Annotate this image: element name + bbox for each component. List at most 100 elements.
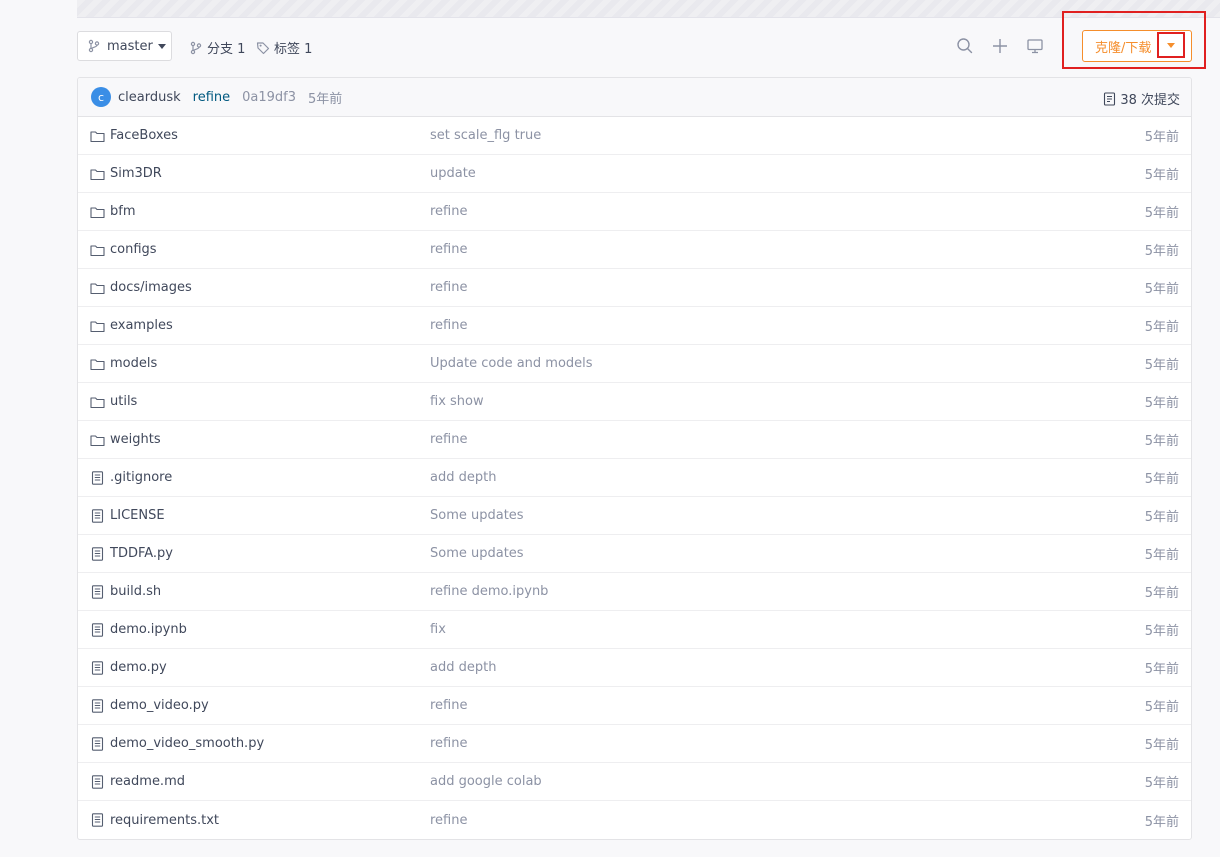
file-name[interactable]: .gitignore [110,470,172,485]
file-name[interactable]: examples [110,318,173,333]
file-name[interactable]: demo.ipynb [110,622,187,637]
commit-author[interactable]: cleardusk [118,90,181,105]
file-row[interactable]: .gitignore add depth 5年前 [78,459,1191,497]
file-icon [91,737,104,751]
file-name[interactable]: bfm [110,204,136,219]
file-commit-message[interactable]: set scale_flg true [430,128,541,143]
file-row[interactable]: readme.md add google colab 5年前 [78,763,1191,801]
file-list: c cleardusk refine 0a19df3 5年前 38 次提交 Fa… [77,77,1192,840]
tags-label: 标签 1 [274,42,313,57]
file-commit-time: 5年前 [1144,282,1179,297]
branch-icon [190,41,202,54]
file-name[interactable]: models [110,356,157,371]
latest-commit-bar: c cleardusk refine 0a19df3 5年前 38 次提交 [78,78,1191,117]
file-commit-time: 5年前 [1144,130,1179,145]
file-row[interactable]: bfm refine 5年前 [78,193,1191,231]
file-row[interactable]: Sim3DR update 5年前 [78,155,1191,193]
file-commit-time: 5年前 [1144,624,1179,639]
file-commit-message[interactable]: update [430,166,476,181]
file-row[interactable]: configs refine 5年前 [78,231,1191,269]
file-name[interactable]: utils [110,394,137,409]
file-name[interactable]: requirements.txt [110,813,219,828]
file-row[interactable]: demo.py add depth 5年前 [78,649,1191,687]
file-name[interactable]: Sim3DR [110,166,162,181]
file-commit-time: 5年前 [1144,738,1179,753]
file-row[interactable]: requirements.txt refine 5年前 [78,801,1191,839]
file-commit-message[interactable]: add google colab [430,774,542,789]
file-row[interactable]: weights refine 5年前 [78,421,1191,459]
file-name[interactable]: configs [110,242,157,257]
file-row[interactable]: build.sh refine demo.ipynb 5年前 [78,573,1191,611]
file-icon [91,699,104,713]
branches-link[interactable]: 分支 1 [189,38,245,57]
file-row[interactable]: demo_video.py refine 5年前 [78,687,1191,725]
commit-message[interactable]: refine [193,90,230,105]
file-row[interactable]: docs/images refine 5年前 [78,269,1191,307]
file-row[interactable]: models Update code and models 5年前 [78,345,1191,383]
file-commit-time: 5年前 [1144,700,1179,715]
file-commit-message[interactable]: Some updates [430,508,524,523]
file-commit-message[interactable]: refine [430,242,467,257]
file-name[interactable]: docs/images [110,280,192,295]
file-commit-message[interactable]: refine [430,432,467,447]
file-name[interactable]: demo_video_smooth.py [110,736,264,751]
commit-time: 5年前 [308,91,343,107]
file-commit-message[interactable]: fix show [430,394,484,409]
branch-icon [88,39,100,53]
file-name[interactable]: demo_video.py [110,698,209,713]
folder-icon [90,207,105,219]
file-commit-message[interactable]: Some updates [430,546,524,561]
file-commit-message[interactable]: add depth [430,470,496,485]
commit-sha[interactable]: 0a19df3 [242,90,296,105]
branch-name: master [107,38,153,54]
file-row[interactable]: utils fix show 5年前 [78,383,1191,421]
file-commit-message[interactable]: refine [430,698,467,713]
file-row[interactable]: demo.ipynb fix 5年前 [78,611,1191,649]
file-row[interactable]: LICENSE Some updates 5年前 [78,497,1191,535]
file-commit-time: 5年前 [1144,776,1179,791]
file-row[interactable]: FaceBoxes set scale_flg true 5年前 [78,117,1191,155]
scrollbar-edge [1216,198,1220,238]
file-commit-time: 5年前 [1144,244,1179,259]
file-commit-message[interactable]: refine demo.ipynb [430,584,548,599]
file-commit-message[interactable]: add depth [430,660,496,675]
file-commit-time: 5年前 [1144,472,1179,487]
file-commit-time: 5年前 [1144,358,1179,373]
file-commit-time: 5年前 [1144,814,1179,830]
file-name[interactable]: TDDFA.py [110,546,173,561]
folder-icon [90,397,105,409]
chevron-down-icon [1167,42,1175,48]
file-name[interactable]: FaceBoxes [110,128,178,143]
file-icon [91,509,104,523]
file-commit-time: 5年前 [1144,586,1179,601]
tags-link[interactable]: 标签 1 [256,38,312,57]
branch-selector[interactable]: master [77,31,172,61]
file-name[interactable]: readme.md [110,774,185,789]
file-icon [91,775,104,789]
file-row[interactable]: TDDFA.py Some updates 5年前 [78,535,1191,573]
file-row[interactable]: demo_video_smooth.py refine 5年前 [78,725,1191,763]
search-icon[interactable] [956,37,974,55]
commits-count-link[interactable]: 38 次提交 [1103,89,1180,108]
file-icon [91,547,104,561]
file-name[interactable]: weights [110,432,161,447]
file-commit-message[interactable]: refine [430,736,467,751]
monitor-icon[interactable] [1026,37,1044,55]
file-commit-message[interactable]: Update code and models [430,356,593,371]
file-name[interactable]: build.sh [110,584,161,599]
file-name[interactable]: LICENSE [110,508,165,523]
folder-icon [90,321,105,333]
tag-icon [256,41,270,54]
file-name[interactable]: demo.py [110,660,167,675]
avatar[interactable]: c [91,87,111,107]
file-commit-message[interactable]: refine [430,318,467,333]
file-commit-message[interactable]: fix [430,622,446,637]
file-commit-time: 5年前 [1144,396,1179,411]
clone-dropdown-toggle[interactable] [1157,32,1185,58]
plus-icon[interactable] [991,37,1009,55]
chevron-down-icon [157,43,166,49]
file-commit-message[interactable]: refine [430,813,467,828]
file-row[interactable]: examples refine 5年前 [78,307,1191,345]
file-commit-message[interactable]: refine [430,204,467,219]
file-commit-message[interactable]: refine [430,280,467,295]
